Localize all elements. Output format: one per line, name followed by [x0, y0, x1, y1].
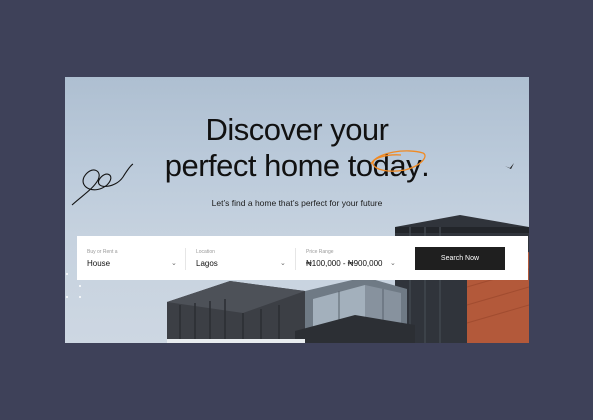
hero-subtitle: Let’s find a home that’s perfect for you… [211, 198, 383, 208]
location-label: Location [196, 249, 215, 255]
property-type-label: Buy or Rent a [87, 249, 118, 255]
price-range-value: ₦100,000 - ₦900,000 [306, 259, 383, 268]
location-select[interactable]: Location Lagos ⌄ [196, 236, 291, 280]
headline-highlight-word: day [370, 148, 426, 184]
headline-line-1: Discover your [205, 112, 390, 147]
hero-banner: Discover your perfect home today. Let’s … [65, 77, 529, 343]
field-divider [185, 248, 186, 270]
chevron-down-icon: ⌄ [171, 260, 177, 267]
price-range-select[interactable]: Price Range ₦100,000 - ₦900,000 ⌄ [306, 236, 406, 280]
property-type-select[interactable]: Buy or Rent a House ⌄ [87, 236, 182, 280]
search-bar: Buy or Rent a House ⌄ Location Lagos ⌄ P… [77, 236, 528, 280]
price-range-label: Price Range [306, 249, 334, 255]
field-divider [295, 248, 296, 270]
search-now-button[interactable]: Search Now [415, 247, 505, 270]
chevron-down-icon: ⌄ [390, 260, 396, 267]
highlight-circle [370, 150, 426, 172]
location-value: Lagos [196, 259, 218, 268]
chevron-down-icon: ⌄ [280, 260, 286, 267]
property-type-value: House [87, 259, 111, 268]
headline-line-2: perfect home today. [65, 148, 529, 184]
headline-prefix: perfect home to [164, 148, 373, 183]
